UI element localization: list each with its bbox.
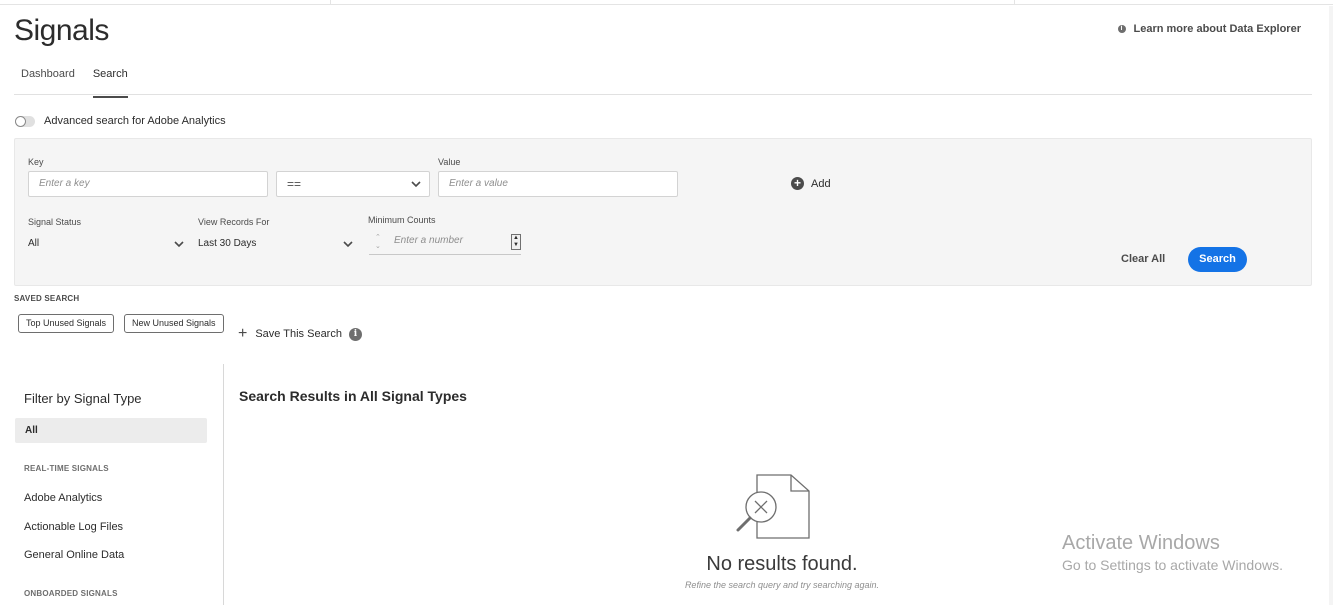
view-records-select[interactable]: Last 30 Days	[198, 233, 353, 255]
view-records-label: View Records For	[198, 217, 270, 227]
save-this-search-button[interactable]: + Save This Search	[238, 325, 342, 342]
value-input[interactable]: Enter a value	[438, 171, 678, 197]
min-counts-input[interactable]: ⌃ ⌄ Enter a number ▲ ▼	[369, 231, 521, 255]
chevron-down-icon	[343, 241, 353, 248]
no-results-document-icon	[736, 474, 810, 539]
saved-search-heading: SAVED SEARCH	[14, 294, 80, 303]
results-title: Search Results in All Signal Types	[239, 388, 467, 404]
no-results-title: No results found.	[706, 553, 858, 575]
min-counts-placeholder: Enter a number	[394, 235, 463, 246]
save-this-search-label: Save This Search	[255, 328, 342, 340]
filter-item-all[interactable]: All	[15, 418, 207, 443]
plus-icon: +	[238, 325, 248, 342]
min-counts-label: Minimum Counts	[368, 215, 436, 225]
top-border	[0, 0, 1333, 5]
advanced-search-toggle[interactable]	[15, 115, 35, 127]
filter-panel-title: Filter by Signal Type	[24, 391, 142, 406]
key-label: Key	[28, 157, 44, 167]
saved-search-chip-new-unused[interactable]: New Unused Signals	[124, 314, 224, 333]
learn-more-label: Learn more about Data Explorer	[1133, 23, 1302, 35]
signal-status-value: All	[28, 238, 40, 249]
add-label: Add	[811, 177, 831, 190]
tabs-divider	[14, 94, 1312, 95]
add-circle-icon: +	[791, 177, 804, 190]
info-icon: i	[1117, 25, 1126, 33]
chevron-down-icon	[411, 181, 421, 188]
sidebar-divider	[223, 364, 224, 605]
filter-item-adobe-analytics[interactable]: Adobe Analytics	[24, 492, 102, 504]
saved-search-chip-top-unused[interactable]: Top Unused Signals	[18, 314, 115, 333]
activate-windows-watermark: Activate Windows Go to Settings to activ…	[1062, 532, 1283, 573]
onboarded-signals-heading: ONBOARDED SIGNALS	[24, 589, 118, 598]
watermark-line2: Go to Settings to activate Windows.	[1062, 557, 1283, 573]
search-form-panel: Key Enter a key == Value Enter a value +…	[14, 138, 1312, 286]
info-icon[interactable]: i	[349, 328, 362, 341]
spin-buttons[interactable]: ▲ ▼	[511, 234, 521, 250]
view-records-value: Last 30 Days	[198, 238, 257, 249]
advanced-search-label: Advanced search for Adobe Analytics	[44, 115, 226, 127]
filter-item-general-online-data[interactable]: General Online Data	[24, 549, 124, 561]
operator-value: ==	[287, 177, 302, 191]
signal-status-select[interactable]: All	[28, 233, 184, 255]
chevron-down-icon	[174, 241, 184, 248]
add-button[interactable]: + Add	[791, 177, 831, 190]
watermark-line1: Activate Windows	[1062, 532, 1220, 554]
search-button[interactable]: Search	[1188, 247, 1247, 272]
page-title: Signals	[14, 14, 109, 47]
learn-more-link[interactable]: i Learn more about Data Explorer	[1117, 23, 1302, 35]
advanced-search-row: Advanced search for Adobe Analytics	[15, 115, 226, 127]
no-results-subtitle: Refine the search query and try searchin…	[684, 580, 880, 590]
operator-select[interactable]: ==	[276, 171, 430, 197]
key-input[interactable]: Enter a key	[28, 171, 268, 197]
scrollbar-track[interactable]	[1329, 6, 1333, 605]
value-label: Value	[438, 157, 461, 167]
realtime-signals-heading: REAL-TIME SIGNALS	[24, 464, 109, 473]
signal-status-label: Signal Status	[28, 217, 82, 227]
filter-item-actionable-log-files[interactable]: Actionable Log Files	[24, 521, 123, 533]
clear-all-button[interactable]: Clear All	[1121, 253, 1165, 265]
stepper-icon[interactable]: ⌃ ⌄	[375, 233, 381, 251]
